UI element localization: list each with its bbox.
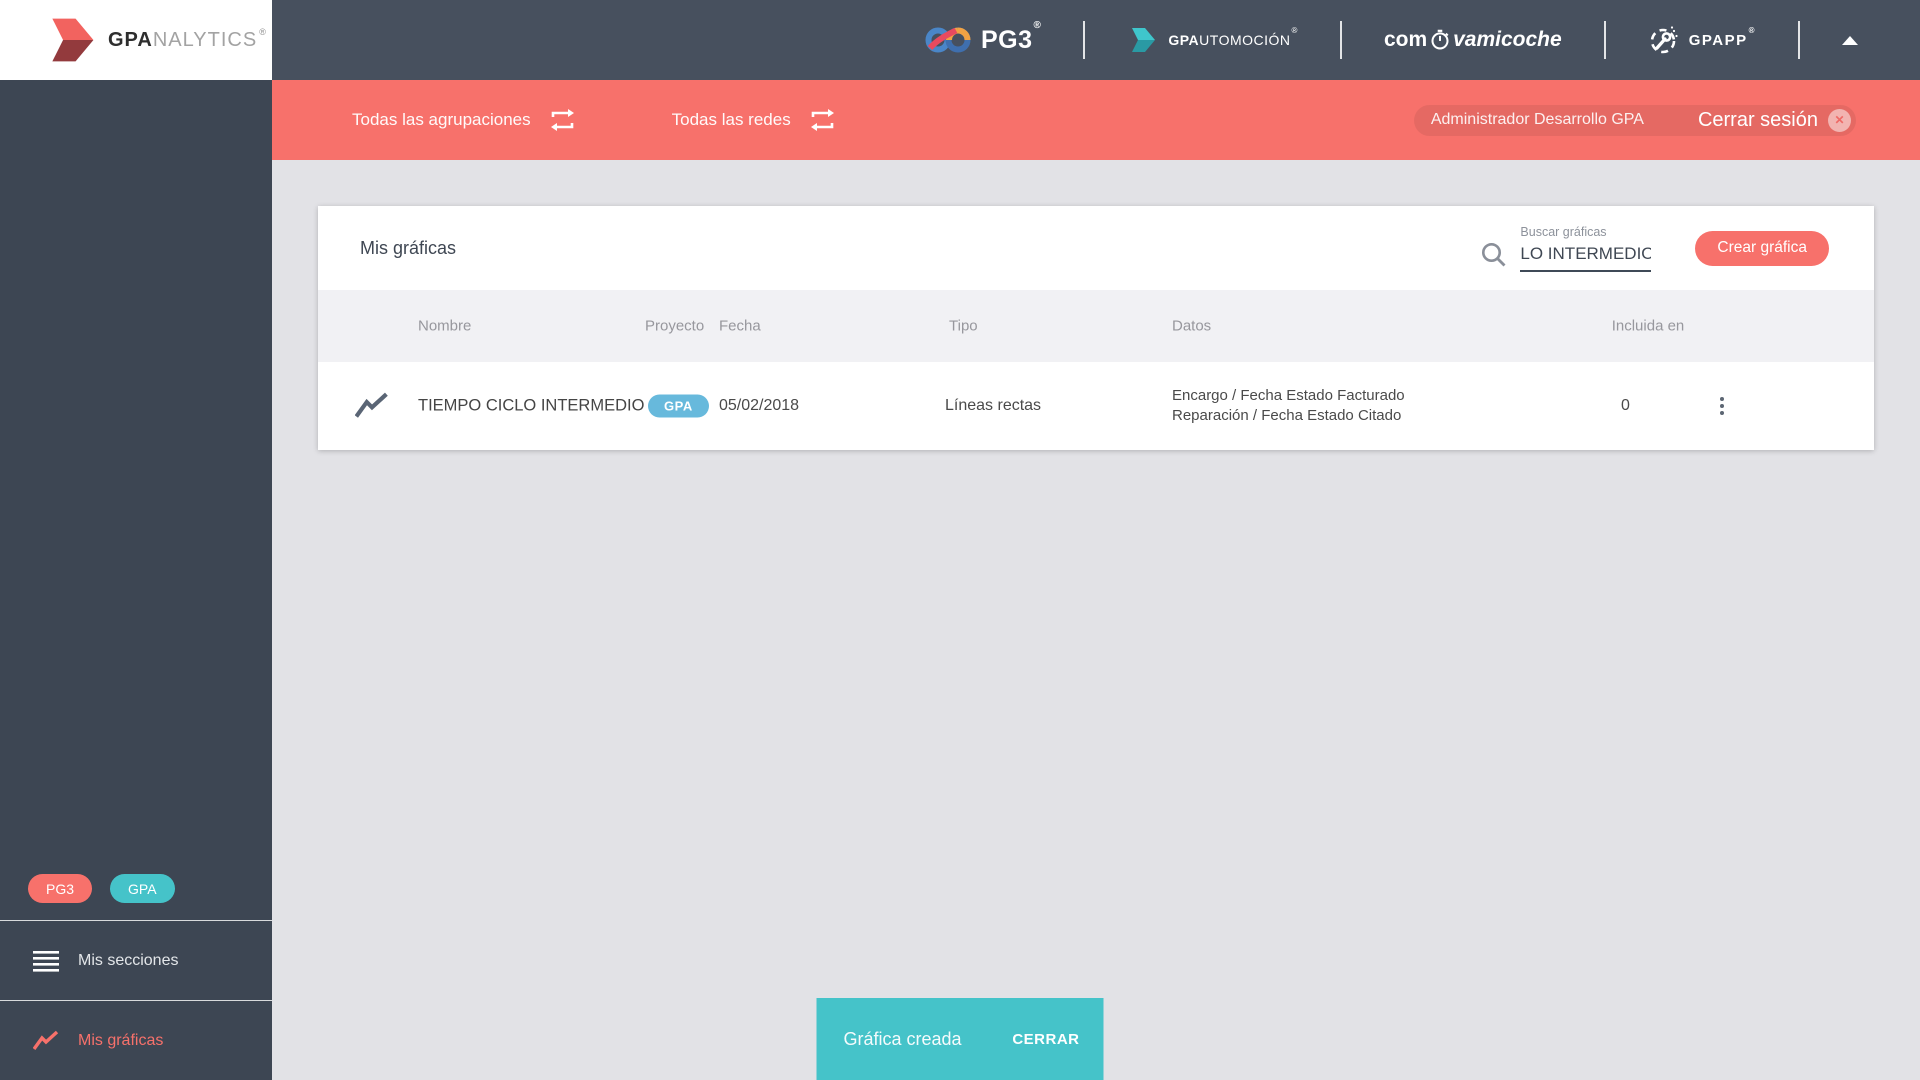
pg3-logo: PG3® [925, 19, 1042, 56]
comovamicoche-pre: com [1383, 28, 1428, 51]
swap-icon[interactable] [809, 108, 836, 132]
search-label: Buscar gráficas [1520, 224, 1607, 239]
search-icon[interactable] [1480, 241, 1507, 268]
gpa-project-pill: GPA [648, 394, 709, 418]
data-series-2: Reparación / Fecha Estado Citado [1172, 407, 1402, 424]
column-header-proyecto: Proyecto [645, 317, 705, 335]
pg3-badge: PG3 [28, 874, 93, 903]
filter-bar: Todas las agrupaciones Todas las redes A… [272, 80, 1920, 160]
pg3-infinity-icon [925, 27, 971, 53]
sidebar: PG3 GPA Mis secciones Mis gráficas [0, 80, 272, 1080]
gpapp-label: GPAPP® [1688, 25, 1756, 49]
topbar-divider [1798, 21, 1800, 59]
logout-button[interactable]: Cerrar sesión [1698, 109, 1818, 132]
brand-rest: NALYTICS [152, 28, 258, 51]
data-series-1: Encargo / Fecha Estado Facturado [1172, 386, 1405, 404]
column-header-fecha: Fecha [719, 317, 761, 335]
collapse-caret-icon[interactable] [1842, 35, 1858, 45]
snackbar-message: Gráfica creada [843, 1028, 962, 1049]
swap-icon[interactable] [549, 108, 576, 132]
gpapp-wrench-icon [1650, 26, 1678, 54]
app-logo: GPA NALYTICS ® [0, 0, 272, 80]
clock-icon [1431, 29, 1449, 50]
card-header: Mis gráficas Buscar gráficas Crear gráfi… [318, 206, 1874, 290]
comovamicoche-logo: com vamicoche [1384, 28, 1562, 52]
gpapp-logo: GPAPP® [1648, 24, 1756, 56]
topbar-divider [1603, 21, 1606, 59]
logout-close-icon[interactable]: ✕ [1828, 108, 1851, 132]
gpautomocion-label: GPAUTOMOCIÓN® [1168, 26, 1298, 48]
comovamicoche-post: vamicoche [1453, 28, 1562, 51]
create-chart-button[interactable]: Crear gráfica [1695, 230, 1829, 266]
group-filter[interactable]: Todas las agrupaciones [352, 108, 576, 132]
search-field: Buscar gráficas [1520, 224, 1652, 272]
chart-data-series: Encargo / Fecha Estado Facturado Reparac… [1172, 386, 1405, 427]
group-filter-label: Todas las agrupaciones [352, 110, 531, 129]
row-kebab-menu-icon[interactable] [1712, 391, 1732, 421]
sidebar-item-mis-graficas[interactable]: Mis gráficas [0, 1000, 272, 1080]
project-badge: GPA [648, 394, 709, 418]
gpanalytics-arrow-icon [52, 18, 94, 62]
column-header-incluida-en: Incluida en [1611, 317, 1685, 335]
sidebar-badges: PG3 GPA [0, 874, 272, 903]
line-chart-icon [33, 1030, 59, 1050]
line-chart-icon [355, 392, 388, 418]
chart-date: 05/02/2018 [719, 397, 800, 414]
brand-name: GPA NALYTICS ® [108, 26, 267, 52]
page-title: Mis gráficas [360, 237, 457, 258]
pg3-label: PG3® [980, 19, 1042, 54]
gpa-badge: GPA [110, 874, 175, 903]
card-header-actions: Buscar gráficas Crear gráfica [1480, 225, 1829, 272]
sidebar-item-mis-secciones[interactable]: Mis secciones [0, 920, 272, 1000]
user-name: Administrador Desarrollo GPA [1430, 111, 1644, 128]
column-header-tipo: Tipo [949, 317, 978, 335]
sidebar-item-label: Mis gráficas [78, 1031, 164, 1049]
topbar-divider [1083, 21, 1086, 59]
top-bar: PG3® GPAUTOMOCIÓN® com vamicoche GPAPP® [272, 0, 1920, 80]
charts-card: Mis gráficas Buscar gráficas Crear gráfi… [318, 206, 1874, 450]
brand-bold: GPA [108, 28, 153, 51]
sidebar-bottom: PG3 GPA Mis secciones Mis gráficas [0, 874, 272, 1080]
sidebar-item-label: Mis secciones [78, 951, 179, 969]
column-header-nombre: Nombre [418, 317, 472, 335]
snackbar-close-button[interactable]: CERRAR [1012, 1031, 1079, 1048]
topbar-divider [1339, 21, 1342, 59]
network-filter-label: Todas las redes [671, 110, 791, 129]
column-header-datos: Datos [1172, 317, 1212, 335]
chart-type: Líneas rectas [945, 397, 1042, 414]
user-session-pill: Administrador Desarrollo GPA Cerrar sesi… [1413, 104, 1856, 136]
included-count: 0 [1621, 397, 1630, 414]
table-row[interactable]: TIEMPO CICLO INTERMEDIO GPA 05/02/2018 L… [318, 362, 1874, 450]
gpautomocion-logo: GPAUTOMOCIÓN® [1127, 26, 1298, 54]
table-header: Nombre Proyecto Fecha Tipo Datos Incluid… [318, 290, 1874, 362]
brand-registered-mark: ® [259, 26, 267, 37]
network-filter[interactable]: Todas las redes [672, 108, 836, 132]
snackbar: Gráfica creada CERRAR [816, 998, 1104, 1080]
main-content: Mis gráficas Buscar gráficas Crear gráfi… [272, 160, 1920, 1080]
search-input[interactable] [1520, 241, 1652, 272]
chart-name: TIEMPO CICLO INTERMEDIO [418, 396, 645, 415]
gpautomocion-arrow-icon [1132, 28, 1156, 52]
sections-list-icon [33, 950, 59, 972]
